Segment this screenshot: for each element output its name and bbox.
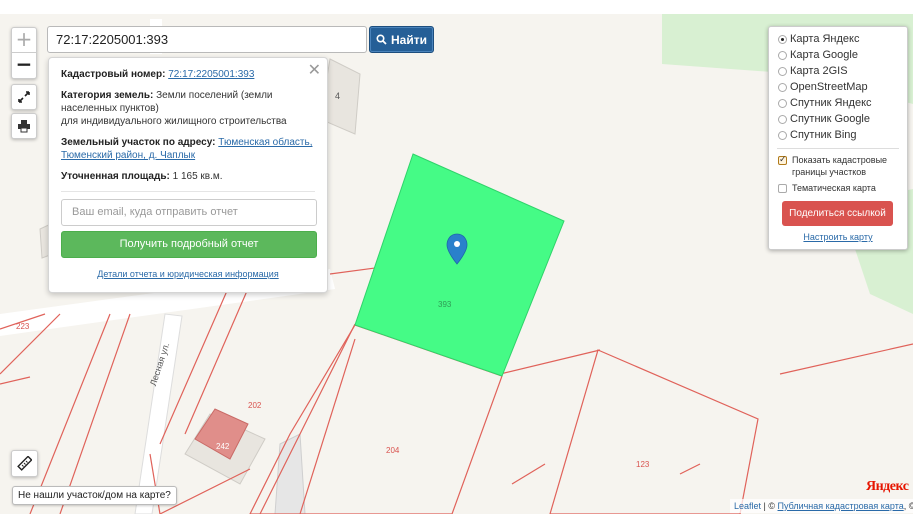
zoom-in-button[interactable]: + bbox=[12, 28, 36, 53]
base-map-option[interactable]: Карта Google bbox=[778, 47, 907, 63]
area-label: Уточненная площадь: bbox=[61, 171, 170, 182]
plot-label-223: 223 bbox=[16, 322, 30, 331]
zoom-out-button[interactable]: − bbox=[12, 53, 36, 78]
base-map-option[interactable]: Спутник Bing bbox=[778, 127, 907, 143]
search-button[interactable]: Найти bbox=[369, 26, 434, 53]
land-use-value: для индивидуального жилищного строительс… bbox=[61, 116, 287, 127]
plot-label-204: 204 bbox=[386, 446, 400, 455]
base-map-radio[interactable] bbox=[778, 114, 787, 124]
plot-label-123: 123 bbox=[636, 460, 650, 469]
yandex-logo: Яндекс bbox=[866, 479, 909, 494]
print-button[interactable] bbox=[11, 113, 37, 139]
base-map-label: Карта 2GIS bbox=[790, 65, 848, 77]
divider bbox=[777, 148, 899, 149]
ruler-icon bbox=[17, 456, 32, 471]
map-attribution: Leaflet | © Публичная кадастровая карта,… bbox=[730, 499, 913, 513]
land-category-row: Категория земель: Земли поселений (земли… bbox=[61, 89, 315, 128]
show-cadastral-checkbox[interactable] bbox=[778, 154, 787, 166]
zoom-control: + − bbox=[11, 27, 37, 79]
land-category-label: Категория земель: bbox=[61, 90, 154, 101]
layers-panel: Карта Яндекс Карта Google Карта 2GIS OpenSt… bbox=[768, 26, 908, 250]
base-map-label: Карта Google bbox=[790, 49, 858, 61]
public-cadastral-map-link[interactable]: Публичная кадастровая карта bbox=[778, 501, 904, 511]
divider bbox=[61, 191, 315, 192]
address-row: Земельный участок по адресу: Тюменская о… bbox=[61, 136, 315, 162]
base-map-radio[interactable] bbox=[778, 66, 787, 76]
plot-label-202: 202 bbox=[248, 401, 262, 410]
plot-label-393: 393 bbox=[438, 300, 452, 309]
email-field[interactable]: Ваш email, куда отправить отчет bbox=[61, 199, 317, 226]
close-icon[interactable]: ✕ bbox=[308, 62, 321, 78]
get-report-button[interactable]: Получить подробный отчет bbox=[61, 231, 317, 258]
not-found-button[interactable]: Не нашли участок/дом на карте? bbox=[12, 486, 177, 505]
base-map-option[interactable]: Спутник Яндекс bbox=[778, 95, 907, 111]
plot-info-popup: ✕ Кадастровый номер: 72:17:2205001:393 К… bbox=[48, 57, 328, 293]
bottom-strip bbox=[0, 514, 913, 527]
print-icon bbox=[18, 120, 30, 133]
search-icon bbox=[376, 34, 387, 45]
thematic-map-checkbox[interactable] bbox=[778, 184, 787, 193]
fullscreen-button[interactable] bbox=[11, 84, 37, 110]
fullscreen-icon bbox=[18, 91, 30, 103]
road-lesnaya bbox=[134, 313, 183, 514]
show-cadastral-option[interactable]: Показать кадастровые границы участков bbox=[778, 154, 907, 178]
search-button-label: Найти bbox=[391, 32, 427, 47]
house-number: 4 bbox=[335, 91, 341, 101]
show-cadastral-label: Показать кадастровые границы участков bbox=[792, 155, 888, 177]
base-map-radio[interactable] bbox=[778, 130, 787, 140]
report-details-link[interactable]: Детали отчета и юридическая информация bbox=[97, 269, 278, 279]
share-link-button[interactable]: Поделиться ссылкой bbox=[782, 201, 893, 226]
base-map-option[interactable]: OpenStreetMap bbox=[778, 79, 907, 95]
base-map-radio[interactable] bbox=[778, 98, 787, 108]
base-map-radio[interactable] bbox=[778, 82, 787, 92]
base-map-radio[interactable] bbox=[778, 34, 787, 44]
measure-button[interactable] bbox=[11, 450, 38, 477]
thematic-map-label: Тематическая карта bbox=[792, 183, 876, 193]
area-value: 1 165 кв.м. bbox=[172, 171, 223, 182]
base-map-option[interactable]: Карта Яндекс bbox=[778, 31, 907, 47]
thematic-map-option[interactable]: Тематическая карта bbox=[778, 182, 907, 194]
base-map-label: OpenStreetMap bbox=[790, 81, 868, 93]
base-map-option[interactable]: Карта 2GIS bbox=[778, 63, 907, 79]
cadastral-search-input[interactable]: 72:17:2205001:393 bbox=[47, 26, 367, 53]
configure-map-link[interactable]: Настроить карту bbox=[769, 232, 907, 242]
selected-plot-393[interactable] bbox=[354, 153, 565, 377]
house-number: 242 bbox=[216, 442, 230, 451]
base-map-label: Карта Яндекс bbox=[790, 33, 860, 45]
base-map-radio[interactable] bbox=[778, 50, 787, 60]
attribution-end: , © bbox=[903, 501, 913, 511]
cadastral-number-link[interactable]: 72:17:2205001:393 bbox=[168, 69, 254, 80]
cadastral-number-label: Кадастровый номер: bbox=[61, 69, 166, 80]
base-map-list: Карта Яндекс Карта Google Карта 2GIS OpenSt… bbox=[778, 31, 907, 143]
attribution-separator: | © bbox=[761, 501, 778, 511]
base-map-option[interactable]: Спутник Google bbox=[778, 111, 907, 127]
base-map-label: Спутник Bing bbox=[790, 129, 857, 141]
area-row: Уточненная площадь: 1 165 кв.м. bbox=[61, 170, 315, 183]
leaflet-link[interactable]: Leaflet bbox=[734, 501, 761, 511]
address-label: Земельный участок по адресу: bbox=[61, 137, 216, 148]
base-map-label: Спутник Google bbox=[790, 113, 870, 125]
base-map-label: Спутник Яндекс bbox=[790, 97, 872, 109]
cadastral-number-row: Кадастровый номер: 72:17:2205001:393 bbox=[61, 68, 315, 81]
